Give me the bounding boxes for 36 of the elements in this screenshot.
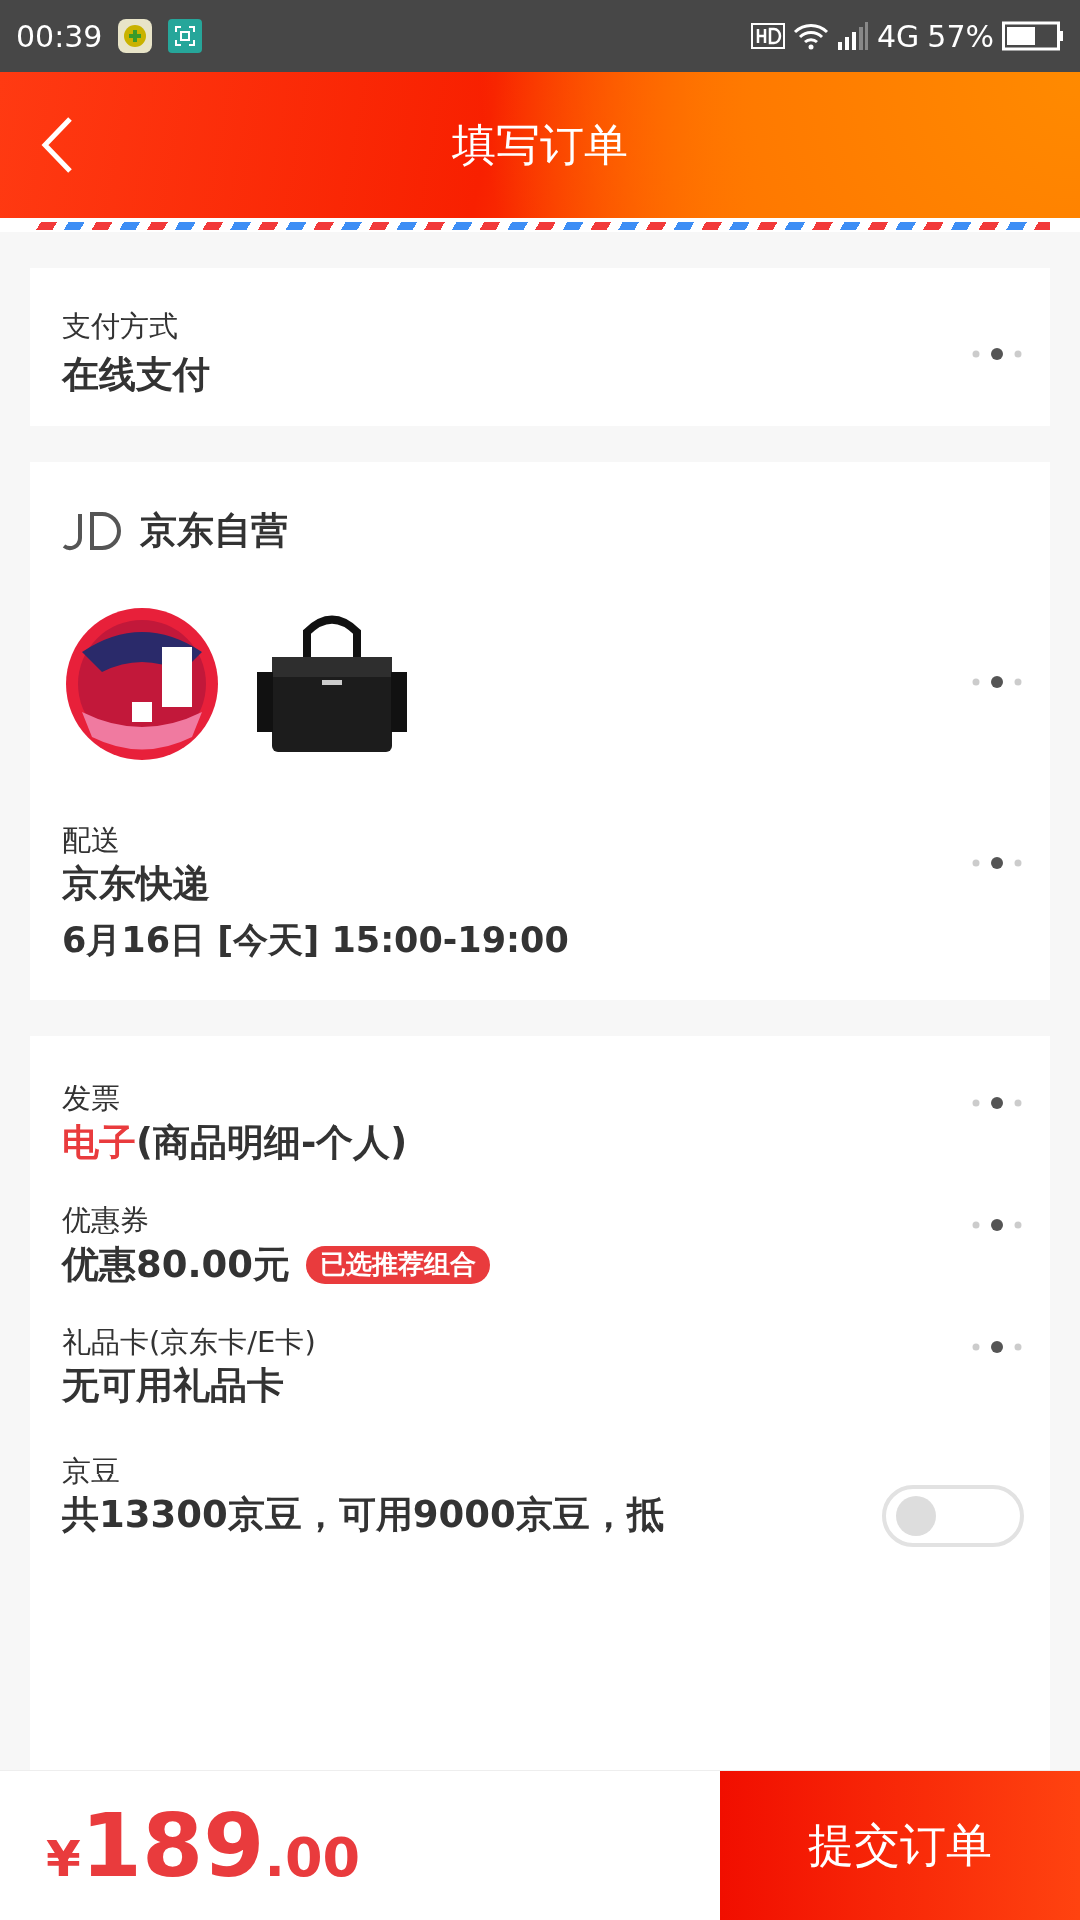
- invoice-value: 电子(商品明细-个人): [62, 1120, 408, 1167]
- back-button[interactable]: [40, 116, 74, 174]
- app-icon: [118, 19, 153, 53]
- screenshot-icon: [168, 19, 203, 53]
- jd-logo-icon: [62, 510, 124, 551]
- payment-label: 支付方式: [62, 308, 179, 345]
- page-title: 填写订单: [452, 118, 628, 172]
- coupon-label: 优惠券: [62, 1202, 150, 1240]
- payment-value: 在线支付: [62, 351, 211, 398]
- submit-order-button[interactable]: 提交订单: [720, 1771, 1080, 1920]
- payment-card[interactable]: 支付方式 在线支付: [30, 268, 1050, 426]
- status-time: 00:39: [16, 17, 103, 56]
- shop-name: 京东自营: [140, 507, 288, 554]
- more-icon[interactable]: [970, 346, 1024, 361]
- delivery-value: 京东快递: [62, 861, 211, 908]
- network-type: 4G: [876, 17, 920, 56]
- invoice-label: 发票: [62, 1080, 121, 1118]
- gift-card-value: 无可用礼品卡: [62, 1363, 284, 1410]
- more-icon[interactable]: [970, 1339, 1024, 1354]
- battery-icon: [1002, 21, 1064, 51]
- more-icon[interactable]: [970, 674, 1024, 689]
- more-icon[interactable]: [970, 1096, 1024, 1111]
- gift-card-label: 礼品卡(京东卡/E卡): [62, 1323, 317, 1361]
- hd-icon: [750, 23, 785, 49]
- points-value: 共13300京豆，可用9000京豆，抵: [62, 1492, 664, 1539]
- delivery-label: 配送: [62, 821, 121, 859]
- signal-icon: [836, 22, 869, 50]
- delivery-time: 6月16日 [今天] 15:00-19:00: [62, 919, 570, 963]
- coupon-value: 优惠80.00元: [62, 1241, 291, 1288]
- more-icon[interactable]: [970, 1217, 1024, 1232]
- more-icon[interactable]: [970, 856, 1024, 870]
- recommended-tag: 已选推荐组合: [306, 1245, 491, 1284]
- total-price: ¥189.00: [45, 1792, 362, 1899]
- wifi-icon: [792, 22, 829, 50]
- points-label: 京豆: [62, 1452, 121, 1490]
- battery-percent: 57%: [927, 17, 994, 56]
